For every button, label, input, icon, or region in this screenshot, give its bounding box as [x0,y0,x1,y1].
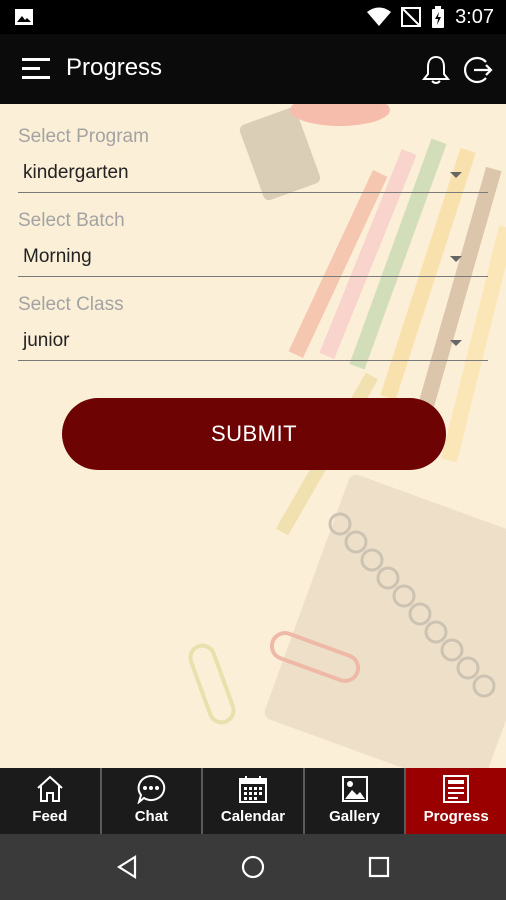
submit-button[interactable]: SUBMIT [62,398,446,470]
bell-icon[interactable] [420,54,452,86]
battery-charging-icon [432,6,445,28]
nav-gallery[interactable]: Gallery [305,768,407,834]
nav-chat[interactable]: Chat [102,768,204,834]
no-signal-icon [401,7,422,27]
class-label: Select Class [18,294,124,315]
program-label: Select Program [18,126,149,147]
page-title: Progress [66,54,163,81]
wifi-icon [367,7,392,26]
report-icon [443,775,470,803]
menu-icon[interactable] [22,56,52,82]
calendar-icon [238,776,267,803]
dropdown-arrow-icon [450,256,462,262]
content-area: Select Program kindergarten Select Batch… [0,104,506,768]
back-icon[interactable] [113,852,143,882]
dropdown-arrow-icon [450,172,462,178]
nav-feed[interactable]: Feed [0,768,102,834]
bottom-nav: Feed Chat Calendar Gallery Progress [0,768,506,834]
chat-bubble-icon [137,774,166,804]
nav-progress[interactable]: Progress [406,768,506,834]
recent-apps-icon[interactable] [364,852,394,882]
status-time: 3:07 [455,5,494,28]
batch-label: Select Batch [18,210,125,231]
batch-value: Morning [23,246,92,267]
system-navigation-bar [0,834,506,900]
status-icons: 3:07 [367,5,494,29]
program-select[interactable]: kindergarten [18,156,488,193]
class-value: junior [23,330,70,351]
nav-label: Progress [423,808,489,825]
batch-select[interactable]: Morning [18,240,488,277]
gallery-icon [341,776,368,802]
home-icon [37,775,63,802]
status-bar: 3:07 [0,0,506,34]
class-select[interactable]: junior [18,324,488,361]
nav-calendar[interactable]: Calendar [203,768,305,834]
nav-label: Calendar [220,808,286,825]
home-circle-icon[interactable] [238,852,268,882]
app-bar: Progress [0,34,506,104]
nav-label: Feed [32,808,68,825]
dropdown-arrow-icon [450,340,462,346]
image-notification-icon [15,9,33,25]
nav-label: Gallery [329,808,381,825]
logout-icon[interactable] [462,54,494,86]
program-value: kindergarten [23,162,129,183]
nav-label: Chat [134,808,169,825]
